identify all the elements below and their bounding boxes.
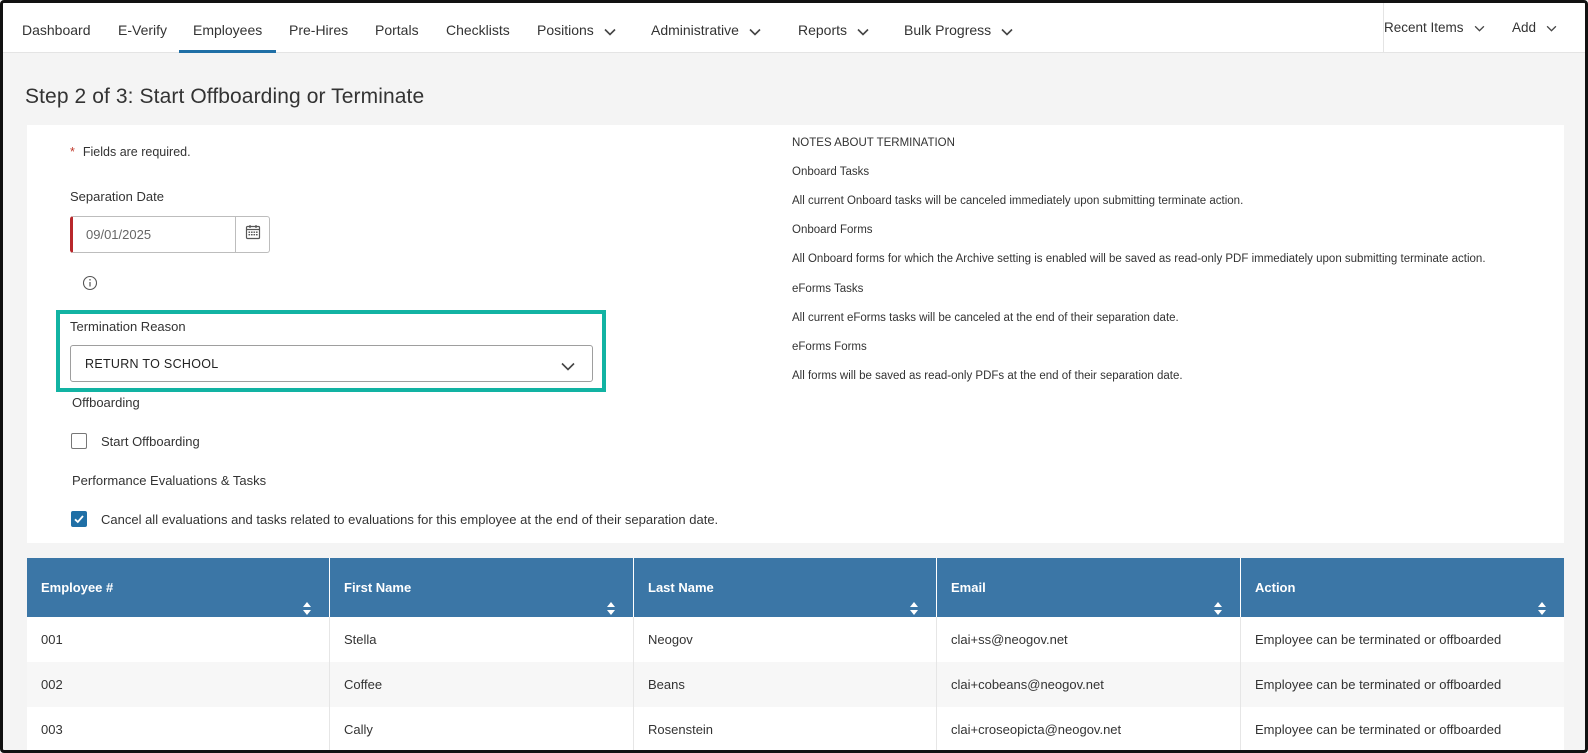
table-cell: Neogov: [634, 617, 937, 662]
nav-label: Pre-Hires: [289, 22, 349, 38]
required-note: * Fields are required.: [70, 145, 191, 159]
separation-date-field: [70, 216, 270, 253]
nav-positions[interactable]: Positions: [537, 3, 616, 53]
nav-portals[interactable]: Portals: [375, 3, 419, 53]
note-line: All current Onboard tasks will be cancel…: [792, 195, 1244, 207]
chevron-down-icon: [1001, 4, 1013, 58]
nav-reports[interactable]: Reports: [798, 3, 869, 53]
column-header-action[interactable]: Action: [1241, 558, 1564, 617]
start-offboarding-label: Start Offboarding: [101, 434, 200, 449]
cancel-evaluations-checkbox[interactable]: [71, 511, 87, 527]
table-cell: Rosenstein: [634, 707, 937, 750]
nav-pre-hires[interactable]: Pre-Hires: [289, 3, 348, 53]
offboarding-label: Offboarding: [72, 395, 140, 410]
nav-label: Employees: [193, 22, 263, 38]
notes-heading: NOTES ABOUT TERMINATION: [792, 137, 955, 149]
header-label: Last Name: [648, 580, 714, 595]
nav-label: Add: [1512, 20, 1537, 35]
nav-checklists[interactable]: Checklists: [446, 3, 510, 53]
checkmark-icon: [74, 515, 84, 524]
note-line: eForms Forms: [792, 341, 867, 353]
table-cell: Employee can be terminated or offboarded: [1255, 677, 1502, 692]
add-menu[interactable]: Add: [1512, 3, 1557, 51]
header-label: Email: [951, 580, 986, 595]
table-cell: 001: [27, 617, 330, 662]
form-panel: * Fields are required. Separation Date 0…: [27, 125, 1564, 543]
separation-date-label: Separation Date: [70, 189, 164, 204]
nav-e-verify[interactable]: E-Verify: [118, 3, 167, 53]
table-cell: Beans: [634, 662, 937, 707]
table-cell: clai+cobeans@neogov.net: [937, 662, 1241, 707]
column-header-last-name[interactable]: Last Name: [634, 558, 937, 617]
nav-dashboard[interactable]: Dashboard: [22, 3, 91, 53]
chevron-down-icon: [604, 4, 616, 58]
termination-reason-label: Termination Reason: [70, 319, 186, 334]
note-line: All forms will be saved as read-only PDF…: [792, 370, 1183, 382]
header-label: First Name: [344, 580, 412, 595]
table-cell: Stella: [330, 617, 634, 662]
chevron-down-icon: [749, 4, 761, 58]
column-header-employee-number[interactable]: Employee #: [27, 558, 330, 617]
table-cell: clai+croseopicta@neogov.net: [937, 707, 1241, 750]
cancel-evaluations-label: Cancel all evaluations and tasks related…: [101, 512, 719, 527]
performance-label: Performance Evaluations & Tasks: [72, 473, 267, 488]
table-row: 003 Cally Rosenstein clai+croseopicta@ne…: [27, 707, 1564, 750]
note-line: All Onboard forms for which the Archive …: [792, 253, 1486, 265]
nav-label: Checklists: [446, 22, 510, 38]
recent-items-menu[interactable]: Recent Items: [1384, 3, 1485, 51]
column-header-email[interactable]: Email: [937, 558, 1241, 617]
nav-label: Recent Items: [1384, 20, 1464, 35]
table-cell: Cally: [330, 707, 634, 750]
page-title: Step 2 of 3: Start Offboarding or Termin…: [25, 85, 425, 108]
calendar-button[interactable]: [235, 217, 269, 252]
header-label: Action: [1255, 580, 1296, 595]
nav-label: Portals: [375, 22, 419, 38]
chevron-down-icon: [1546, 3, 1557, 55]
nav-label: E-Verify: [118, 22, 168, 38]
table-row: 001 Stella Neogov clai+ss@neogov.net Emp…: [27, 617, 1564, 662]
nav-label: Bulk Progress: [904, 22, 992, 38]
note-line: All current eForms tasks will be cancele…: [792, 312, 1179, 324]
nav-label: Positions: [537, 22, 594, 38]
required-star: *: [70, 145, 75, 159]
table-cell: Employee can be terminated or offboarded: [1255, 632, 1502, 647]
nav-bulk-progress[interactable]: Bulk Progress: [904, 3, 1013, 53]
chevron-down-icon: [561, 358, 575, 376]
required-text: Fields are required.: [82, 145, 191, 159]
app-window: Dashboard E-Verify Employees Pre-Hires P…: [0, 0, 1588, 753]
separation-date-input[interactable]: [73, 217, 235, 252]
nav-label: Administrative: [651, 22, 739, 38]
table-cell: 003: [27, 707, 330, 750]
nav-label: Reports: [798, 22, 848, 38]
column-header-first-name[interactable]: First Name: [330, 558, 634, 617]
table-cell: Employee can be terminated or offboarded: [1255, 722, 1502, 737]
chevron-down-icon: [857, 4, 869, 58]
top-nav: Dashboard E-Verify Employees Pre-Hires P…: [3, 3, 1585, 53]
table-cell: Coffee: [330, 662, 634, 707]
start-offboarding-checkbox[interactable]: [71, 433, 87, 449]
note-line: eForms Tasks: [792, 283, 864, 295]
table-row: 002 Coffee Beans clai+cobeans@neogov.net…: [27, 662, 1564, 707]
nav-administrative[interactable]: Administrative: [651, 3, 761, 53]
header-label: Employee #: [41, 580, 114, 595]
table-cell: 002: [27, 662, 330, 707]
termination-reason-value: RETURN TO SCHOOL: [85, 357, 219, 371]
note-line: Onboard Tasks: [792, 166, 870, 178]
table-cell: clai+ss@neogov.net: [937, 617, 1241, 662]
chevron-down-icon: [1474, 3, 1485, 55]
table-header: Employee # First Name Last Name Email Ac…: [27, 558, 1564, 617]
termination-reason-select[interactable]: RETURN TO SCHOOL: [70, 345, 593, 382]
calendar-icon: [245, 224, 261, 245]
note-line: Onboard Forms: [792, 224, 873, 236]
info-icon[interactable]: [82, 275, 98, 291]
nav-employees[interactable]: Employees: [178, 3, 277, 53]
nav-label: Dashboard: [22, 22, 91, 38]
